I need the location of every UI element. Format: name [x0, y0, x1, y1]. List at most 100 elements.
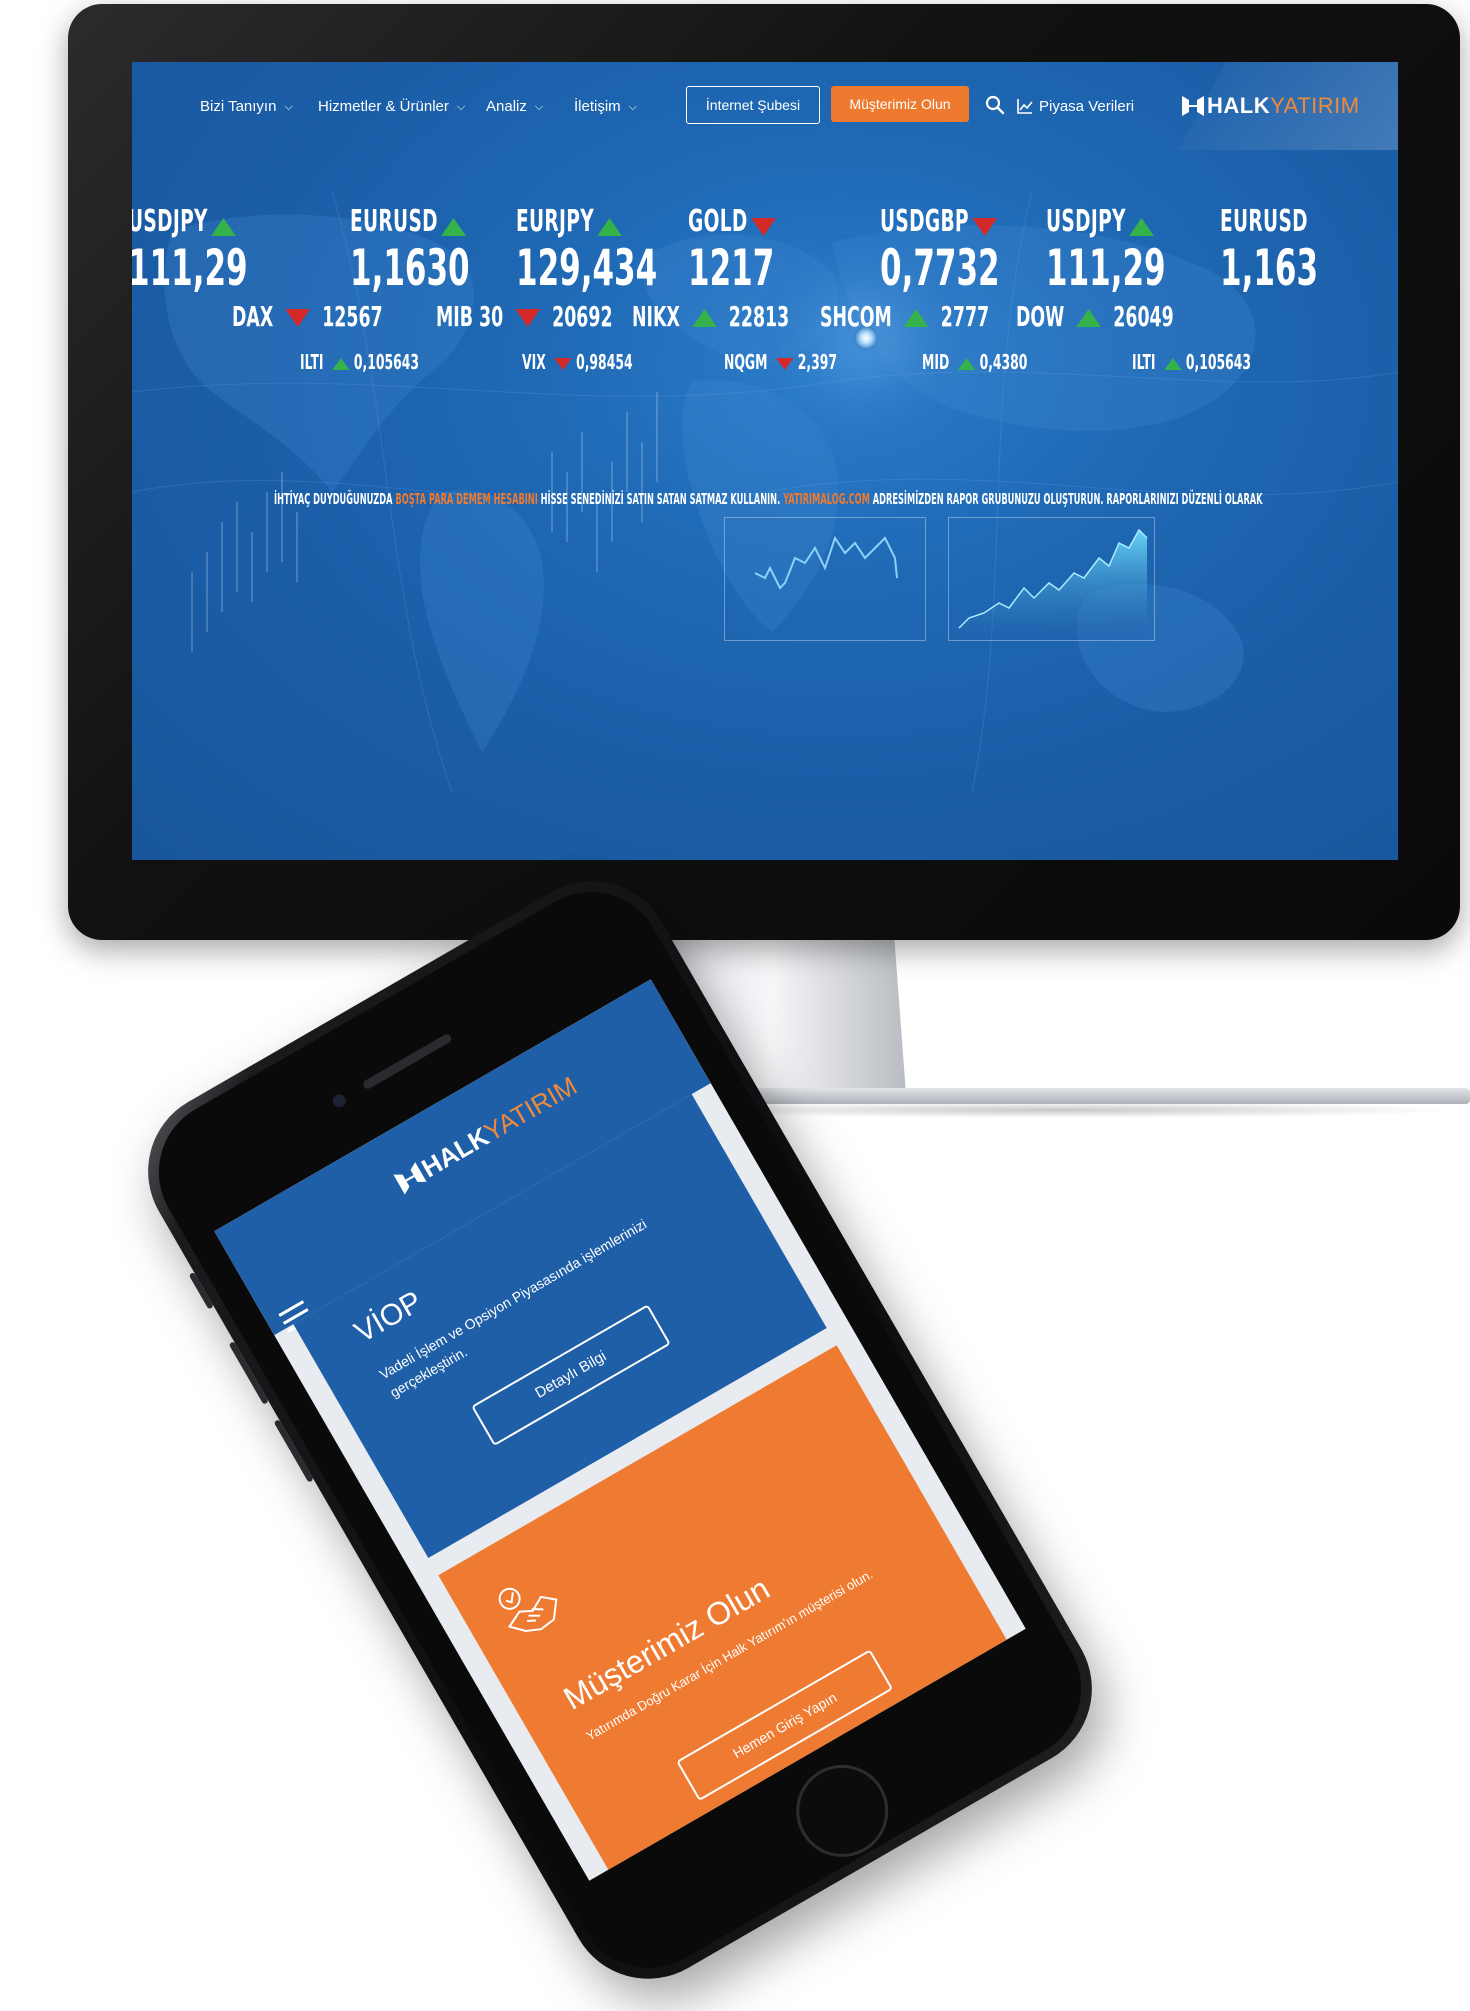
arrow-up-icon: [211, 217, 237, 236]
nav-item-label: İletişim: [574, 98, 621, 115]
nav-item-label: Hizmetler & Ürünler: [318, 98, 449, 115]
ticker-name: USDJPY: [1046, 204, 1126, 239]
arrow-up-icon: [957, 357, 976, 370]
ticker-item[interactable]: USDGBP 0,7732: [880, 204, 1000, 297]
desktop-navbar: Bizi Tanıyın ⌵ Hizmetler & Ürünler ⌵ Anali…: [132, 62, 1398, 150]
mini-line-chart-left: [754, 535, 898, 590]
marquee-highlight-link[interactable]: BOŞTA PARA DEMEM HESABINI: [395, 490, 537, 508]
arrow-down-icon: [776, 357, 794, 370]
arrow-up-icon: [597, 217, 623, 236]
ticker-name: NIKX: [632, 300, 680, 333]
ticker-item-tiny[interactable]: ILTI 0,105643: [1132, 350, 1251, 374]
piyasa-verileri-link[interactable]: Piyasa Verileri: [1017, 98, 1134, 115]
arrow-down-icon: [285, 309, 311, 327]
ticker-value: 0,7732: [880, 239, 1000, 297]
internet-subesi-button[interactable]: İnternet Şubesi: [686, 86, 820, 124]
ticker-name: GOLD: [688, 204, 748, 239]
nav-item-label: Bizi Tanıyın: [200, 98, 277, 115]
ticker-item-small[interactable]: MIB 30 20692: [436, 300, 613, 333]
ticker-item[interactable]: EURJPY 129,434: [516, 204, 657, 297]
ticker-name: SHCOM: [820, 300, 892, 333]
ticker-item-tiny[interactable]: VIX 0,98454: [522, 350, 633, 374]
ticker-item-tiny[interactable]: NQGM 2,397: [724, 350, 837, 374]
piyasa-verileri-label: Piyasa Verileri: [1039, 98, 1135, 115]
chevron-down-icon: ⌵: [284, 101, 293, 113]
ticker-item[interactable]: EURUSD 1,1630: [350, 204, 470, 297]
arrow-up-icon: [1164, 357, 1182, 370]
marquee-text: ADRESİMİZDEN RAPOR GRUBUNUZU OLUŞTURUN. …: [869, 490, 1263, 508]
ticker-value: 0,105643: [353, 350, 419, 374]
line-chart-icon: [1017, 99, 1033, 114]
nav-item-iletisim[interactable]: İletişim ⌵: [574, 98, 637, 115]
ticker-item[interactable]: USDJPY 111,29: [1046, 204, 1166, 297]
announcement-marquee[interactable]: İHTİYAÇ DUYDUĞUNUZDA BOŞTA PARA DEMEM HE…: [274, 490, 1263, 508]
ticker-name: NQGM: [724, 350, 768, 374]
ticker-value: 1217: [688, 239, 775, 297]
mini-area-chart-right: [958, 528, 1148, 640]
chevron-down-icon: ⌵: [628, 101, 638, 113]
ticker-name: EURUSD: [350, 204, 438, 239]
arrow-down-icon: [972, 217, 998, 236]
ticker-name: DOW: [1016, 300, 1065, 333]
nav-item-hizmetler-urunler[interactable]: Hizmetler & Ürünler ⌵: [318, 98, 465, 115]
ticker-item-tiny[interactable]: ILTI 0,105643: [300, 350, 419, 374]
ticker-name: DAX: [232, 300, 274, 333]
arrow-up-icon: [691, 309, 717, 327]
ticker-value: 111,29: [1046, 239, 1166, 297]
ticker-item-small[interactable]: DAX 12567: [232, 300, 383, 333]
ticker-value: 1,163: [1220, 239, 1319, 297]
ticker-value: 129,434: [516, 239, 658, 297]
chevron-down-icon: ⌵: [534, 101, 544, 113]
arrow-up-icon: [332, 357, 350, 370]
ticker-item[interactable]: GOLD 1217: [688, 204, 776, 297]
marquee-highlight-link[interactable]: YATIRIMALOG.COM: [783, 490, 870, 508]
arrow-up-icon: [1129, 217, 1155, 236]
ticker-item-small[interactable]: SHCOM 2777: [820, 300, 989, 333]
ticker-item[interactable]: USDJPY 111,29: [132, 204, 248, 297]
mini-chart-panel-left: [724, 517, 926, 641]
ticker-name: USDJPY: [132, 204, 208, 239]
desktop-monitor: Bizi Tanıyın ⌵ Hizmetler & Ürünler ⌵ Anali…: [68, 4, 1460, 940]
ticker-item[interactable]: EURUSD 1,163: [1220, 204, 1318, 297]
ticker-value: 12567: [322, 300, 383, 333]
arrow-up-icon: [903, 309, 929, 327]
ticker-name: MIB 30: [436, 300, 504, 333]
nav-item-analiz[interactable]: Analiz ⌵: [486, 98, 543, 115]
brand-halk-text: HALK: [1207, 93, 1271, 118]
monitor-stand-shadow: [660, 1102, 1460, 1118]
ticker-name: EURJPY: [516, 204, 595, 239]
nav-item-label: Analiz: [486, 98, 527, 115]
ticker-value: 0,98454: [576, 350, 633, 374]
ticker-item-small[interactable]: NIKX 22813: [632, 300, 789, 333]
brand-yatirim-text: YATIRIM: [1270, 93, 1360, 118]
ticker-value: 0,105643: [1185, 350, 1251, 374]
arrow-down-icon: [554, 357, 572, 370]
ticker-name: ILTI: [300, 350, 324, 374]
arrow-down-icon: [515, 309, 541, 327]
ticker-value: 0,4380: [979, 350, 1028, 374]
ticker-name: VIX: [522, 350, 546, 374]
ticker-item-small[interactable]: DOW 26049: [1016, 300, 1174, 333]
nav-item-bizi-taniyin[interactable]: Bizi Tanıyın ⌵: [200, 98, 293, 115]
halk-yatirim-logo[interactable]: HALK YATIRIM: [1179, 90, 1360, 122]
ticker-name: USDGBP: [880, 204, 969, 239]
arrow-down-icon: [751, 217, 776, 236]
mobile-phone: HALK YATIRIM VİOP Vadeli İşlem ve Opsiyon…: [118, 851, 1122, 2009]
ticker-value: 26049: [1113, 300, 1174, 333]
ticker-item-tiny[interactable]: MID 0,4380: [922, 350, 1027, 374]
ticker-name: MID: [922, 350, 950, 374]
search-icon[interactable]: [984, 94, 1006, 116]
ticker-value: 111,29: [132, 239, 248, 297]
desktop-screen: Bizi Tanıyın ⌵ Hizmetler & Ürünler ⌵ Anali…: [132, 62, 1398, 860]
marquee-text: İHTİYAÇ DUYDUĞUNUZDA: [274, 490, 396, 508]
arrow-up-icon: [1076, 309, 1102, 327]
musterimiz-olun-button[interactable]: Müşterimiz Olun: [831, 86, 969, 122]
halk-logo-icon: [1182, 96, 1204, 116]
arrow-up-icon: [441, 217, 467, 236]
ticker-value: 22813: [728, 300, 790, 333]
ticker-name: ILTI: [1132, 350, 1156, 374]
ticker-value: 20692: [552, 300, 613, 333]
chevron-down-icon: ⌵: [456, 101, 466, 113]
marquee-text: HİSSE SENEDİNİZİ SATIN SATAN SATMAZ KULL…: [537, 490, 784, 508]
ticker-value: 2,397: [797, 350, 837, 374]
